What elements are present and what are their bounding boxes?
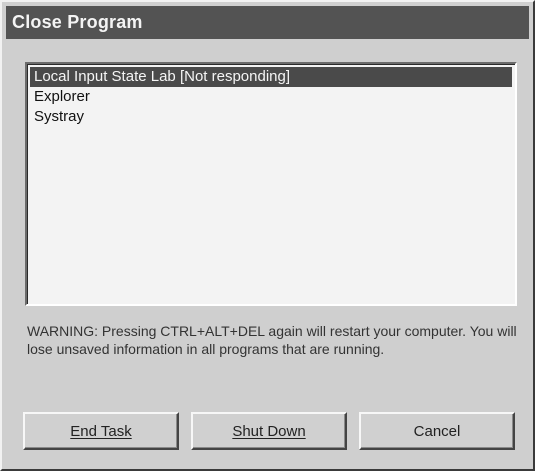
end-task-label: End Task bbox=[70, 422, 132, 440]
shut-down-label: Shut Down bbox=[232, 422, 306, 440]
close-program-dialog: Close Program Local Input State Lab [Not… bbox=[0, 0, 535, 471]
list-item[interactable]: Explorer bbox=[30, 87, 512, 107]
cancel-label: Cancel bbox=[413, 422, 461, 440]
end-task-button[interactable]: End Task bbox=[23, 412, 179, 450]
process-listbox[interactable]: Local Input State Lab [Not responding] E… bbox=[25, 62, 517, 306]
cancel-button[interactable]: Cancel bbox=[359, 412, 515, 450]
list-item[interactable]: Local Input State Lab [Not responding] bbox=[30, 67, 512, 87]
shut-down-button[interactable]: Shut Down bbox=[191, 412, 347, 450]
list-item[interactable]: Systray bbox=[30, 107, 512, 127]
warning-text: WARNING: Pressing CTRL+ALT+DEL again wil… bbox=[27, 323, 517, 357]
title-bar[interactable]: Close Program bbox=[6, 6, 529, 39]
dialog-title: Close Program bbox=[12, 12, 143, 32]
